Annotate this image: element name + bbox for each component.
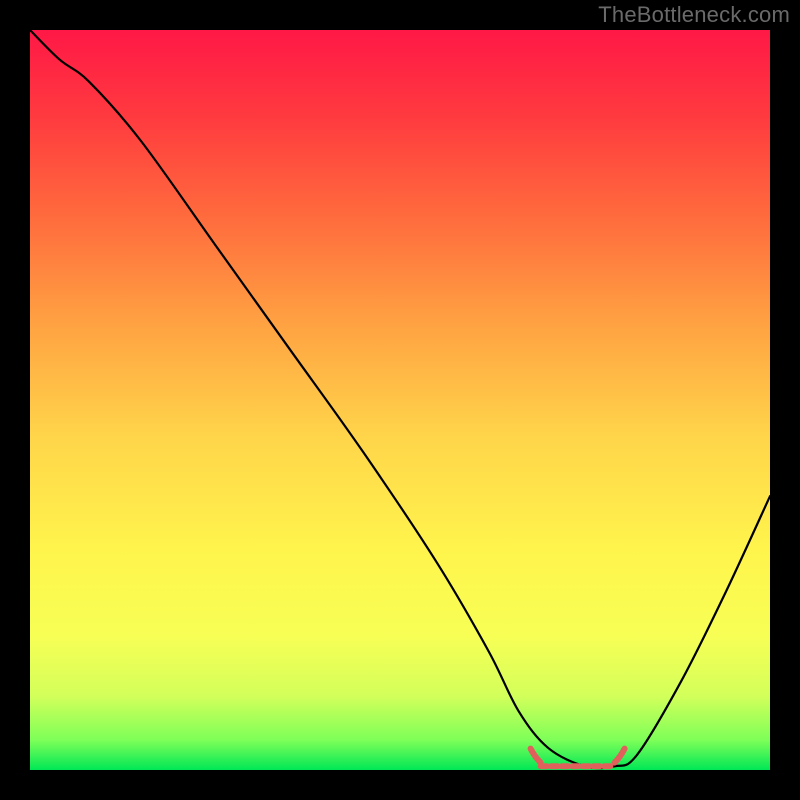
chart-container: TheBottleneck.com [0,0,800,800]
chart-svg [0,0,800,800]
